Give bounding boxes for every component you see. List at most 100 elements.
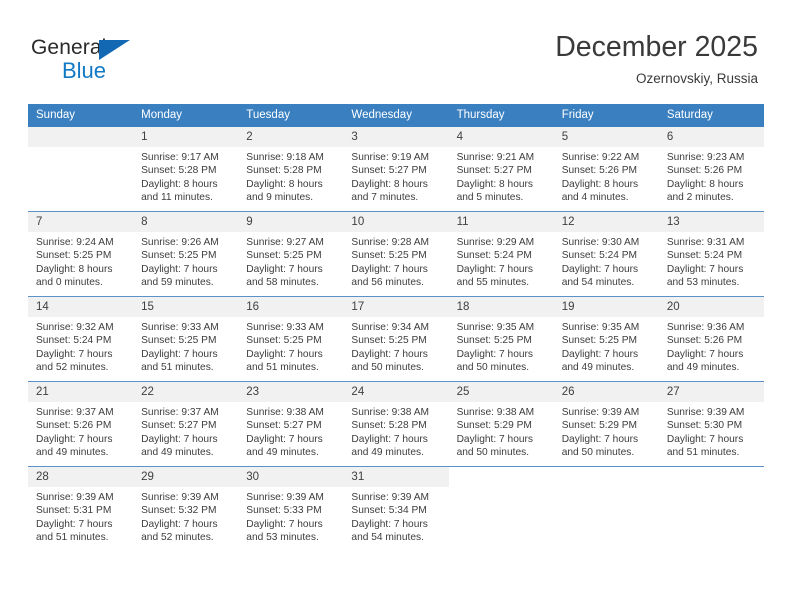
day-info-line-daylight2: and 54 minutes. bbox=[351, 532, 424, 544]
day-number: 28 bbox=[28, 467, 134, 487]
calendar-day-cell[interactable]: 24 Sunrise: 9:38 AM Sunset: 5:28 PM Dayligh… bbox=[343, 382, 449, 467]
calendar-day-cell[interactable]: 22 Sunrise: 9:37 AM Sunset: 5:27 PM Dayligh… bbox=[133, 382, 239, 467]
day-info-line-daylight1: Daylight: 7 hours bbox=[666, 263, 744, 275]
day-number: 18 bbox=[448, 297, 554, 317]
calendar-day-cell[interactable]: 30 Sunrise: 9:39 AM Sunset: 5:33 PM Dayligh… bbox=[238, 467, 344, 551]
calendar-day-cell[interactable]: 8 Sunrise: 9:26 AM Sunset: 5:25 PM Daylight… bbox=[133, 212, 239, 297]
day-sun-info: Sunrise: 9:37 AM Sunset: 5:26 PM Daylight:… bbox=[28, 402, 133, 460]
weekday-header-saturday: Saturday bbox=[658, 104, 764, 127]
day-cell-inner: 23 Sunrise: 9:38 AM Sunset: 5:27 PM Dayligh… bbox=[238, 382, 344, 466]
calendar-day-cell[interactable]: 12 Sunrise: 9:30 AM Sunset: 5:24 PM Dayligh… bbox=[553, 212, 659, 297]
calendar-day-cell[interactable]: 9 Sunrise: 9:27 AM Sunset: 5:25 PM Daylight… bbox=[238, 212, 344, 297]
day-info-line-daylight1: Daylight: 7 hours bbox=[456, 348, 534, 360]
day-info-line-sunrise: Sunrise: 9:39 AM bbox=[36, 492, 114, 503]
calendar-day-cell[interactable]: 3 Sunrise: 9:19 AM Sunset: 5:27 PM Daylight… bbox=[343, 127, 449, 212]
day-info-line-daylight2: and 50 minutes. bbox=[456, 447, 530, 459]
day-number bbox=[659, 467, 764, 487]
calendar-day-cell bbox=[449, 467, 554, 551]
day-cell-inner: 30 Sunrise: 9:39 AM Sunset: 5:33 PM Dayligh… bbox=[238, 467, 344, 551]
calendar-day-cell[interactable]: 14 Sunrise: 9:32 AM Sunset: 5:24 PM Dayligh… bbox=[28, 297, 134, 382]
day-number: 13 bbox=[658, 212, 764, 232]
day-info-line-daylight2: and 50 minutes. bbox=[456, 362, 530, 374]
day-info-line-daylight2: and 9 minutes. bbox=[246, 192, 314, 204]
day-cell-inner: 1 Sunrise: 9:17 AM Sunset: 5:28 PM Daylight… bbox=[133, 127, 239, 211]
day-info-line-sunrise: Sunrise: 9:17 AM bbox=[141, 152, 219, 163]
day-info-line-daylight1: Daylight: 7 hours bbox=[561, 433, 639, 445]
day-number: 7 bbox=[28, 212, 134, 232]
day-info-line-daylight1: Daylight: 7 hours bbox=[246, 518, 323, 530]
day-sun-info: Sunrise: 9:22 AM Sunset: 5:26 PM Daylight:… bbox=[554, 147, 659, 205]
day-info-line-sunrise: Sunrise: 9:35 AM bbox=[456, 322, 535, 333]
calendar-day-cell[interactable]: 31 Sunrise: 9:39 AM Sunset: 5:34 PM Dayligh… bbox=[343, 467, 449, 551]
day-info-line-daylight1: Daylight: 7 hours bbox=[561, 263, 639, 275]
day-sun-info: Sunrise: 9:39 AM Sunset: 5:29 PM Daylight:… bbox=[554, 402, 659, 460]
day-info-line-daylight2: and 50 minutes. bbox=[561, 447, 635, 459]
day-info-line-sunrise: Sunrise: 9:37 AM bbox=[141, 407, 219, 418]
day-number: 20 bbox=[658, 297, 764, 317]
calendar-day-cell[interactable]: 1 Sunrise: 9:17 AM Sunset: 5:28 PM Daylight… bbox=[133, 127, 239, 212]
day-sun-info: Sunrise: 9:36 AM Sunset: 5:26 PM Daylight:… bbox=[659, 317, 764, 375]
day-info-line-sunrise: Sunrise: 9:38 AM bbox=[456, 407, 535, 418]
day-number bbox=[554, 467, 659, 487]
day-info-line-sunrise: Sunrise: 9:26 AM bbox=[141, 237, 219, 248]
page-title: December 2025 bbox=[555, 31, 758, 63]
day-sun-info: Sunrise: 9:35 AM Sunset: 5:25 PM Daylight:… bbox=[449, 317, 554, 375]
day-info-line-daylight1: Daylight: 7 hours bbox=[351, 348, 428, 360]
day-sun-info: Sunrise: 9:39 AM Sunset: 5:34 PM Daylight:… bbox=[343, 487, 448, 545]
calendar-day-cell[interactable]: 18 Sunrise: 9:35 AM Sunset: 5:25 PM Dayligh… bbox=[448, 297, 554, 382]
calendar-day-cell[interactable]: 29 Sunrise: 9:39 AM Sunset: 5:32 PM Dayligh… bbox=[133, 467, 239, 551]
weekday-header-wednesday: Wednesday bbox=[343, 104, 449, 127]
day-info-line-sunrise: Sunrise: 9:36 AM bbox=[666, 322, 745, 333]
day-info-line-sunset: Sunset: 5:31 PM bbox=[36, 505, 112, 517]
day-info-line-sunrise: Sunrise: 9:39 AM bbox=[351, 492, 430, 503]
day-cell-inner: 16 Sunrise: 9:33 AM Sunset: 5:25 PM Dayligh… bbox=[238, 297, 344, 381]
calendar-day-cell[interactable]: 15 Sunrise: 9:33 AM Sunset: 5:25 PM Dayligh… bbox=[133, 297, 239, 382]
day-info-line-sunrise: Sunrise: 9:23 AM bbox=[666, 152, 745, 163]
calendar-day-cell[interactable]: 10 Sunrise: 9:28 AM Sunset: 5:25 PM Dayligh… bbox=[343, 212, 449, 297]
logo-text-general: General bbox=[31, 36, 107, 59]
calendar-day-cell[interactable]: 27 Sunrise: 9:39 AM Sunset: 5:30 PM Dayligh… bbox=[658, 382, 764, 467]
calendar-day-cell[interactable]: 25 Sunrise: 9:38 AM Sunset: 5:29 PM Dayligh… bbox=[448, 382, 554, 467]
calendar-day-cell[interactable]: 21 Sunrise: 9:37 AM Sunset: 5:26 PM Dayligh… bbox=[28, 382, 134, 467]
day-number: 23 bbox=[238, 382, 344, 402]
day-info-line-daylight1: Daylight: 8 hours bbox=[666, 178, 744, 190]
calendar-day-cell[interactable]: 13 Sunrise: 9:31 AM Sunset: 5:24 PM Dayligh… bbox=[658, 212, 764, 297]
calendar-day-cell[interactable]: 2 Sunrise: 9:18 AM Sunset: 5:28 PM Daylight… bbox=[238, 127, 344, 212]
day-info-line-sunrise: Sunrise: 9:27 AM bbox=[246, 237, 324, 248]
day-info-line-daylight2: and 49 minutes. bbox=[36, 447, 109, 459]
day-info-line-daylight1: Daylight: 7 hours bbox=[36, 518, 113, 530]
day-info-line-sunrise: Sunrise: 9:21 AM bbox=[456, 152, 535, 163]
day-cell-inner: 26 Sunrise: 9:39 AM Sunset: 5:29 PM Dayligh… bbox=[553, 382, 659, 466]
calendar-day-cell[interactable]: 20 Sunrise: 9:36 AM Sunset: 5:26 PM Dayligh… bbox=[658, 297, 764, 382]
calendar-day-cell[interactable]: 28 Sunrise: 9:39 AM Sunset: 5:31 PM Dayligh… bbox=[28, 467, 134, 551]
day-info-line-daylight1: Daylight: 8 hours bbox=[36, 263, 113, 275]
calendar-day-cell[interactable]: 17 Sunrise: 9:34 AM Sunset: 5:25 PM Dayligh… bbox=[343, 297, 449, 382]
day-info-line-sunset: Sunset: 5:34 PM bbox=[351, 505, 427, 517]
weekday-header-thursday: Thursday bbox=[448, 104, 554, 127]
day-cell-inner: 29 Sunrise: 9:39 AM Sunset: 5:32 PM Dayligh… bbox=[133, 467, 239, 551]
day-info-line-sunrise: Sunrise: 9:35 AM bbox=[561, 322, 640, 333]
day-info-line-daylight2: and 11 minutes. bbox=[141, 192, 213, 204]
calendar-day-cell[interactable]: 23 Sunrise: 9:38 AM Sunset: 5:27 PM Dayligh… bbox=[238, 382, 344, 467]
calendar-day-cell[interactable]: 6 Sunrise: 9:23 AM Sunset: 5:26 PM Daylight… bbox=[658, 127, 764, 212]
calendar-day-cell[interactable]: 26 Sunrise: 9:39 AM Sunset: 5:29 PM Dayligh… bbox=[553, 382, 659, 467]
day-info-line-sunset: Sunset: 5:24 PM bbox=[561, 250, 638, 262]
day-number: 8 bbox=[133, 212, 239, 232]
day-cell-inner: 13 Sunrise: 9:31 AM Sunset: 5:24 PM Dayligh… bbox=[658, 212, 764, 296]
calendar-day-cell[interactable]: 5 Sunrise: 9:22 AM Sunset: 5:26 PM Daylight… bbox=[553, 127, 659, 212]
day-sun-info: Sunrise: 9:35 AM Sunset: 5:25 PM Daylight:… bbox=[554, 317, 659, 375]
day-cell-inner: 11 Sunrise: 9:29 AM Sunset: 5:24 PM Dayligh… bbox=[448, 212, 554, 296]
day-cell-inner: 22 Sunrise: 9:37 AM Sunset: 5:27 PM Dayligh… bbox=[133, 382, 239, 466]
day-number bbox=[449, 467, 554, 487]
generalblue-logo[interactable]: General Blue bbox=[31, 36, 161, 88]
day-cell-inner: 9 Sunrise: 9:27 AM Sunset: 5:25 PM Daylight… bbox=[238, 212, 344, 296]
calendar-day-cell[interactable]: 19 Sunrise: 9:35 AM Sunset: 5:25 PM Dayligh… bbox=[553, 297, 659, 382]
day-sun-info: Sunrise: 9:18 AM Sunset: 5:28 PM Daylight:… bbox=[238, 147, 343, 205]
calendar-day-cell[interactable]: 16 Sunrise: 9:33 AM Sunset: 5:25 PM Dayligh… bbox=[238, 297, 344, 382]
day-info-line-daylight2: and 49 minutes. bbox=[666, 362, 740, 374]
day-info-line-daylight2: and 54 minutes. bbox=[561, 277, 635, 289]
calendar-day-cell[interactable]: 7 Sunrise: 9:24 AM Sunset: 5:25 PM Daylight… bbox=[28, 212, 134, 297]
calendar-day-cell[interactable]: 4 Sunrise: 9:21 AM Sunset: 5:27 PM Daylight… bbox=[448, 127, 554, 212]
day-info-line-daylight1: Daylight: 8 hours bbox=[351, 178, 428, 190]
calendar-day-cell[interactable]: 11 Sunrise: 9:29 AM Sunset: 5:24 PM Dayligh… bbox=[448, 212, 554, 297]
